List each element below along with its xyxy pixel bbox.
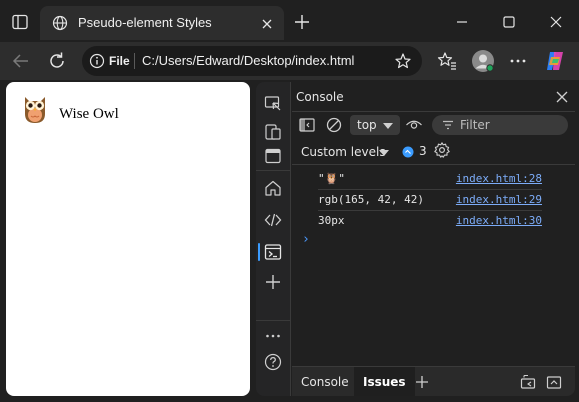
- elements-tool-icon[interactable]: [263, 210, 283, 230]
- console-panel: Console top Filter Custom levels 3 "🦉" i…: [292, 82, 575, 396]
- page-heading-text: Wise Owl: [59, 106, 119, 122]
- log-source-link[interactable]: index.html:30: [456, 214, 542, 227]
- title-bar: Pseudo-element Styles: [0, 0, 579, 42]
- tab-actions-icon[interactable]: [10, 12, 30, 32]
- device-emulation-icon[interactable]: [263, 122, 283, 142]
- maximize-icon[interactable]: [499, 12, 519, 32]
- activity-separator: [256, 170, 291, 171]
- customize-more-icon[interactable]: [263, 326, 283, 346]
- favorite-star-icon[interactable]: [394, 52, 412, 70]
- welcome-home-icon[interactable]: [263, 178, 283, 198]
- console-log-row: 30px index.html:30: [318, 210, 542, 232]
- profile-avatar-icon[interactable]: [471, 49, 495, 73]
- more-tools-plus-icon[interactable]: [263, 272, 283, 292]
- context-selector-value: top: [357, 118, 377, 132]
- tab-title: Pseudo-element Styles: [78, 15, 212, 30]
- url-text[interactable]: C:/Users/Edward/Desktop/index.html: [142, 53, 354, 68]
- clear-console-icon[interactable]: [325, 116, 343, 134]
- close-window-icon[interactable]: [546, 12, 566, 32]
- close-panel-icon[interactable]: [555, 89, 569, 103]
- devtools-pane: Console top Filter Custom levels 3 "🦉" i…: [256, 82, 575, 396]
- back-icon[interactable]: [10, 50, 32, 72]
- context-selector[interactable]: top: [350, 115, 400, 135]
- copilot-icon[interactable]: [543, 49, 567, 73]
- drawer-tab-console[interactable]: Console: [292, 367, 358, 396]
- toggle-sidebar-icon[interactable]: [298, 116, 316, 134]
- log-message: 30px: [318, 214, 345, 227]
- console-panel-title: Console: [296, 90, 344, 104]
- chevron-down-icon: [383, 123, 393, 129]
- dock-drawer-icon[interactable]: [519, 373, 537, 391]
- toolbar-divider: [292, 164, 575, 165]
- minimize-icon[interactable]: [452, 12, 472, 32]
- issue-badge-icon: [402, 146, 414, 158]
- drawer-tab-bar: Console Issues: [292, 366, 575, 396]
- browser-tab[interactable]: Pseudo-element Styles: [40, 6, 284, 40]
- favorites-icon[interactable]: [436, 50, 458, 72]
- drawer-tab-issues[interactable]: Issues: [354, 367, 415, 396]
- live-expression-eye-icon[interactable]: [405, 116, 423, 134]
- devtools-activity-bar: [256, 82, 291, 396]
- log-message: "🦉": [318, 172, 345, 185]
- refresh-icon[interactable]: [46, 50, 68, 72]
- console-settings-gear-icon[interactable]: [433, 141, 451, 159]
- globe-icon: [52, 15, 68, 31]
- close-tab-icon[interactable]: [260, 16, 274, 30]
- new-tab-icon[interactable]: [292, 12, 312, 32]
- address-bar[interactable]: File C:/Users/Edward/Desktop/index.html: [82, 46, 422, 76]
- owl-icon: [22, 94, 48, 124]
- console-log-row: rgb(165, 42, 42) index.html:29: [318, 189, 542, 211]
- more-options-icon[interactable]: [507, 50, 529, 72]
- console-tool-icon[interactable]: [263, 242, 283, 262]
- toolbar-divider: [292, 111, 575, 112]
- filter-placeholder: Filter: [460, 118, 490, 132]
- scheme-label: File: [109, 54, 130, 68]
- activity-separator: [256, 320, 291, 321]
- help-icon[interactable]: [263, 352, 283, 372]
- navigation-bar: File C:/Users/Edward/Desktop/index.html: [0, 42, 579, 80]
- active-tool-indicator: [258, 243, 260, 261]
- info-icon[interactable]: [89, 53, 105, 69]
- log-message: rgb(165, 42, 42): [318, 193, 424, 206]
- filter-icon: [441, 118, 455, 132]
- console-log-row: "🦉" index.html:28: [318, 168, 542, 190]
- address-separator: [134, 53, 135, 69]
- add-drawer-tab-icon[interactable]: [413, 373, 431, 391]
- page-viewport: Wise Owl: [6, 82, 250, 396]
- console-prompt-chevron-icon[interactable]: ›: [302, 232, 310, 247]
- chevron-down-icon[interactable]: [379, 150, 389, 156]
- issues-count-text: 3: [419, 144, 427, 158]
- log-source-link[interactable]: index.html:28: [456, 172, 542, 185]
- log-levels-dropdown[interactable]: Custom levels: [301, 145, 386, 159]
- inspect-element-icon[interactable]: [263, 94, 283, 114]
- issues-counter[interactable]: 3: [402, 144, 432, 160]
- close-drawer-icon[interactable]: [545, 373, 563, 391]
- log-source-link[interactable]: index.html:29: [456, 193, 542, 206]
- filter-input[interactable]: Filter: [432, 115, 568, 135]
- dock-side-icon[interactable]: [263, 146, 283, 166]
